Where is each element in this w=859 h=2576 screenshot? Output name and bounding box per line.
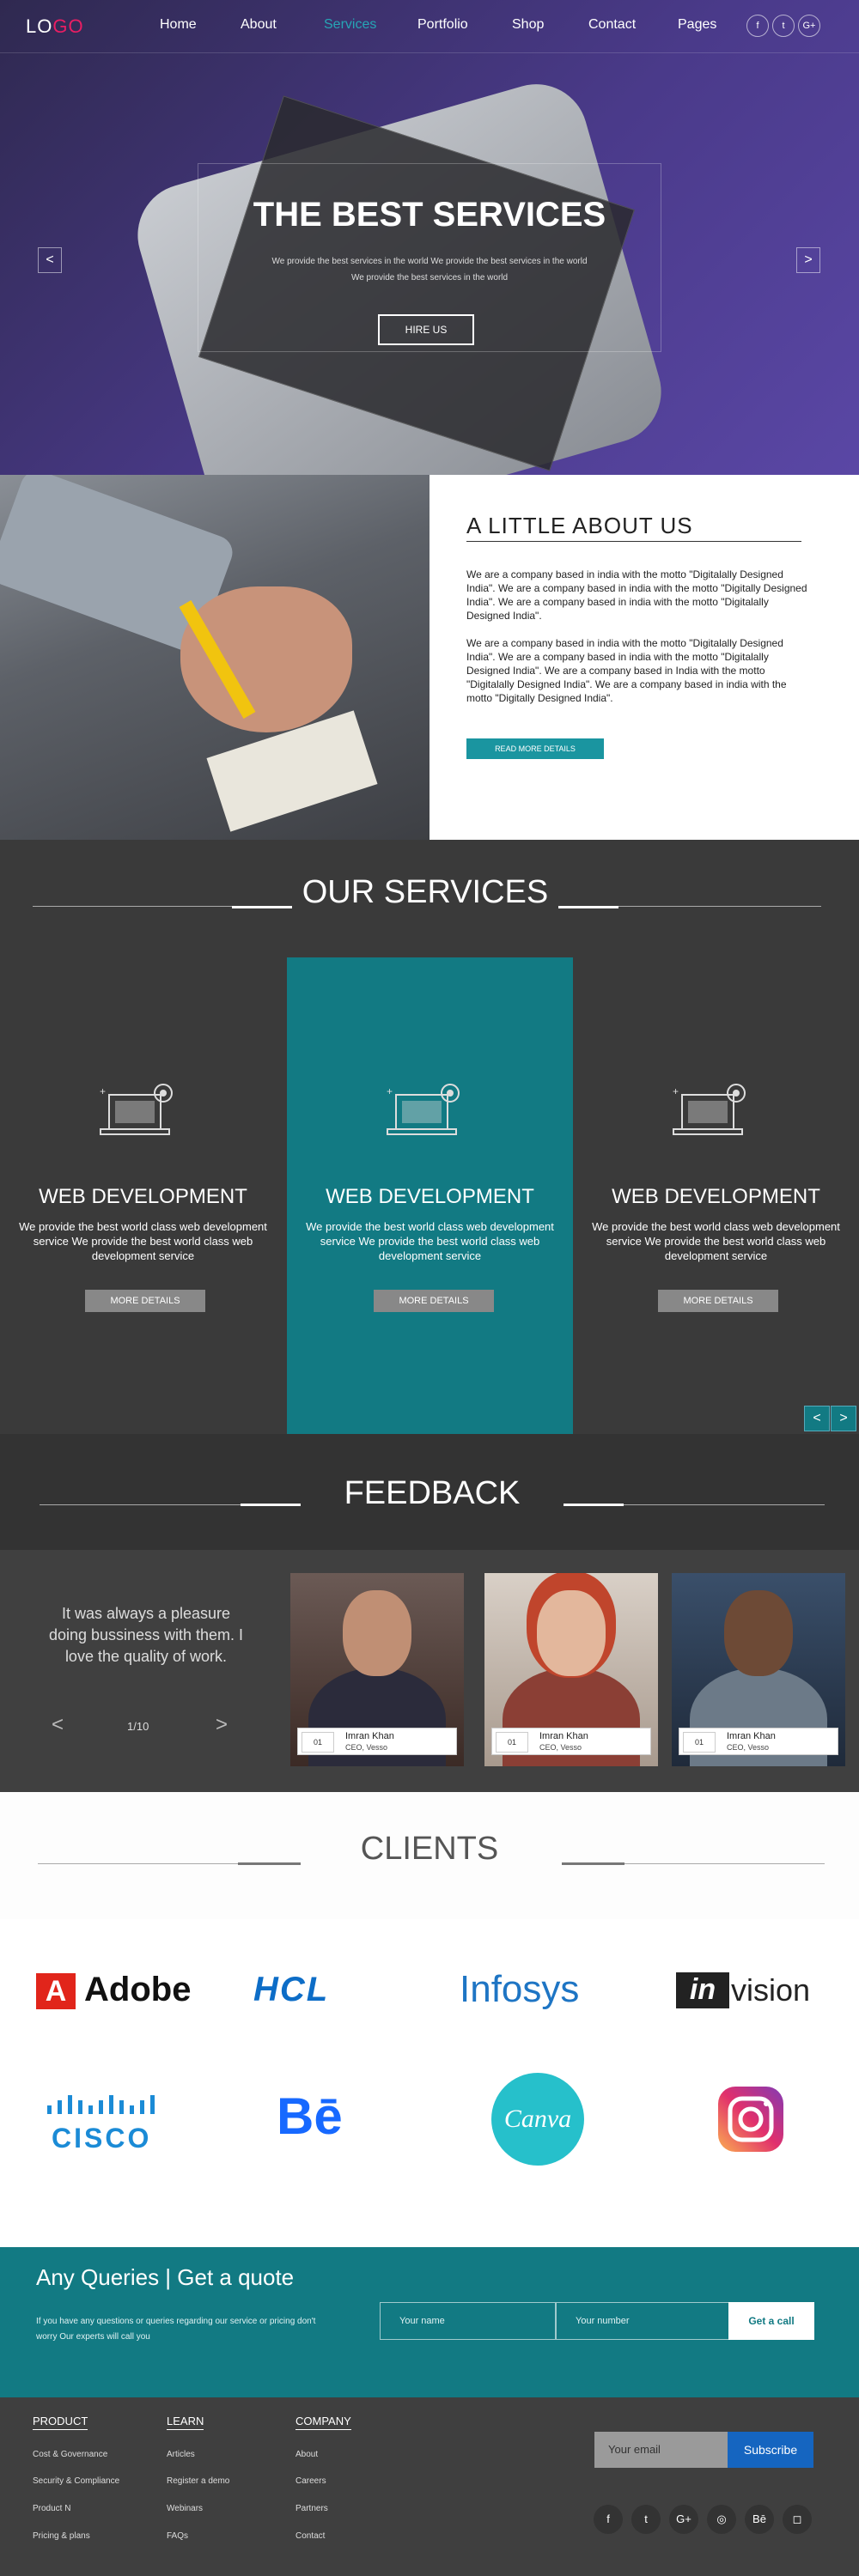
footer-link[interactable]: FAQs: [167, 2531, 188, 2541]
invision-logo: vision: [731, 1972, 811, 2008]
nav-portfolio[interactable]: Portfolio: [417, 17, 468, 33]
subscribe-button[interactable]: Subscribe: [728, 2432, 813, 2468]
hero-next-arrow-icon[interactable]: >: [796, 247, 820, 273]
dribbble-icon[interactable]: ◎: [707, 2505, 736, 2534]
footer-link[interactable]: Register a demo: [167, 2476, 229, 2486]
footer: [0, 2397, 859, 2576]
service-text: We provide the best world class web deve…: [19, 1220, 267, 1262]
service-title: WEB DEVELOPMENT: [612, 1185, 820, 1208]
about-divider: [466, 541, 801, 542]
svg-text:+: +: [100, 1085, 106, 1097]
invision-logo-mark: in: [676, 1972, 729, 2008]
feedback-title: FEEDBACK: [344, 1475, 521, 1511]
service-title: WEB DEVELOPMENT: [326, 1185, 534, 1208]
cisco-bars-icon: [47, 2095, 155, 2114]
google-plus-icon[interactable]: G+: [669, 2505, 698, 2534]
services-prev-arrow-icon[interactable]: <: [804, 1406, 830, 1431]
footer-heading-product: PRODUCT: [33, 2415, 88, 2430]
hero-section: [0, 0, 859, 475]
hcl-logo: HCL: [253, 1971, 330, 2008]
google-plus-icon[interactable]: G+: [798, 15, 820, 37]
footer-link[interactable]: Webinars: [167, 2504, 203, 2513]
footer-link[interactable]: Contact: [295, 2531, 325, 2541]
number-input[interactable]: Your number: [556, 2302, 732, 2340]
adobe-logo: Adobe: [84, 1971, 192, 2008]
nav-home[interactable]: Home: [160, 17, 197, 33]
behance-logo: Bē: [277, 2087, 343, 2145]
hire-us-button[interactable]: HIRE US: [378, 314, 474, 345]
more-details-button[interactable]: MORE DETAILS: [374, 1290, 494, 1312]
logo[interactable]: LOGO: [26, 15, 84, 38]
about-title: A LITTLE ABOUT US: [466, 513, 693, 538]
footer-link[interactable]: Articles: [167, 2450, 195, 2459]
testimonial-card: 01 Imran Khan CEO, Vesso: [672, 1573, 845, 1766]
avatar: [537, 1590, 606, 1676]
facebook-icon[interactable]: f: [746, 15, 769, 37]
adobe-logo-icon: A: [36, 1973, 76, 2009]
nav-about[interactable]: About: [241, 17, 277, 33]
instagram-icon[interactable]: ◻: [783, 2505, 812, 2534]
footer-link[interactable]: Careers: [295, 2476, 326, 2486]
clients-title: CLIENTS: [360, 1831, 499, 1867]
svg-text:+: +: [387, 1085, 393, 1097]
twitter-icon[interactable]: t: [772, 15, 795, 37]
feedback-next-arrow-icon[interactable]: >: [216, 1713, 228, 1737]
quote-title: Any Queries | Get a quote: [36, 2264, 295, 2290]
nav-pages[interactable]: Pages: [678, 17, 716, 33]
infosys-logo: Infosys: [460, 1968, 580, 2010]
cisco-logo: CISCO: [52, 2123, 152, 2154]
read-more-button[interactable]: READ MORE DETAILS: [466, 738, 604, 759]
footer-heading-company: COMPANY: [295, 2415, 351, 2430]
nav-services[interactable]: Services: [324, 17, 376, 33]
hero-subtitle: We provide the best services in the worl…: [271, 257, 588, 283]
footer-link[interactable]: Security & Compliance: [33, 2476, 119, 2486]
feedback-prev-arrow-icon[interactable]: <: [52, 1713, 64, 1737]
svg-text:+: +: [673, 1085, 679, 1097]
hero-title: THE BEST SERVICES: [253, 196, 606, 234]
footer-link[interactable]: Pricing & plans: [33, 2531, 90, 2541]
about-paragraph-1: We are a company based in india with the…: [466, 568, 807, 622]
quote-text: If you have any questions or queries reg…: [36, 2317, 316, 2342]
logo-text-go: GO: [52, 15, 84, 37]
feedback-quote: It was always a pleasure doing bussiness…: [48, 1605, 244, 1665]
testimonial-card: 01 Imran Khan CEO, Vesso: [290, 1573, 464, 1766]
logo-text-lo: LO: [26, 15, 53, 37]
service-text: We provide the best world class web deve…: [592, 1220, 840, 1262]
avatar: [724, 1590, 793, 1676]
services-next-arrow-icon[interactable]: >: [831, 1406, 856, 1431]
service-title: WEB DEVELOPMENT: [39, 1185, 247, 1208]
avatar: [343, 1590, 411, 1676]
footer-link[interactable]: Partners: [295, 2504, 328, 2513]
footer-link[interactable]: Product N: [33, 2504, 70, 2513]
nav-shop[interactable]: Shop: [512, 17, 544, 33]
more-details-button[interactable]: MORE DETAILS: [658, 1290, 778, 1312]
about-paragraph-2: We are a company based in india with the…: [466, 637, 787, 704]
name-input[interactable]: Your name: [380, 2302, 556, 2340]
service-text: We provide the best world class web deve…: [306, 1220, 554, 1262]
laptop-gear-icon: +: [100, 1084, 173, 1135]
twitter-icon[interactable]: t: [631, 2505, 661, 2534]
laptop-gear-icon: +: [387, 1084, 460, 1135]
instagram-icon: [718, 2087, 783, 2152]
footer-link[interactable]: About: [295, 2450, 318, 2459]
get-a-call-button[interactable]: Get a call: [728, 2302, 814, 2340]
newsletter-email-input[interactable]: Your email: [594, 2432, 728, 2468]
footer-heading-learn: LEARN: [167, 2415, 204, 2430]
footer-link[interactable]: Cost & Governance: [33, 2450, 107, 2459]
testimonial-card: 01 Imran Khan CEO, Vesso: [484, 1573, 658, 1766]
canva-logo: Canva: [491, 2073, 584, 2166]
facebook-icon[interactable]: f: [594, 2505, 623, 2534]
services-title: OUR SERVICES: [292, 874, 558, 911]
laptop-gear-icon: +: [673, 1084, 746, 1135]
hero-prev-arrow-icon[interactable]: <: [38, 247, 62, 273]
top-navbar: LOGO Home About Services Portfolio Shop …: [0, 0, 859, 53]
more-details-button[interactable]: MORE DETAILS: [85, 1290, 205, 1312]
nav-contact[interactable]: Contact: [588, 17, 636, 33]
feedback-counter: 1/10: [127, 1720, 149, 1733]
about-image: [0, 475, 430, 840]
behance-icon[interactable]: Bē: [745, 2505, 774, 2534]
